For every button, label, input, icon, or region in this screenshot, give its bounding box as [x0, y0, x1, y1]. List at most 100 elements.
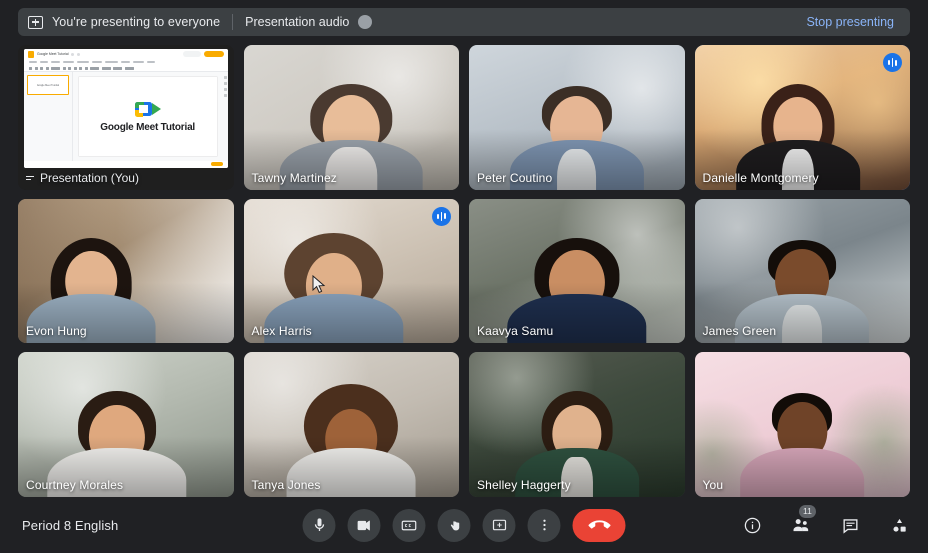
transition-button[interactable] — [124, 66, 134, 70]
microphone-button[interactable] — [302, 508, 336, 542]
theme-button[interactable] — [113, 66, 122, 70]
presentation-label-icon — [26, 174, 36, 182]
select-icon[interactable] — [62, 66, 66, 70]
menu-edit[interactable] — [40, 61, 48, 63]
keep-icon[interactable] — [223, 82, 227, 85]
tile-participant[interactable]: Evon Hung — [18, 198, 234, 344]
tile-participant[interactable]: Peter Coutino — [469, 45, 685, 190]
menu-slide[interactable] — [92, 61, 102, 63]
participant-video — [18, 352, 234, 497]
stop-presenting-button[interactable]: Stop presenting — [800, 11, 900, 33]
menu-arrange[interactable] — [105, 61, 118, 63]
menu-insert[interactable] — [63, 61, 74, 63]
tile-name-text: Presentation (You) — [40, 170, 139, 185]
slide-canvas[interactable]: Google Meet Tutorial — [73, 72, 223, 161]
participant-video — [243, 198, 459, 344]
camera-button[interactable] — [347, 508, 381, 542]
menu-file[interactable] — [29, 61, 37, 63]
slide-content: Google Meet Tutorial — [78, 77, 217, 156]
tile-participant[interactable]: Courtney Morales — [18, 352, 234, 497]
raise-hand-icon — [450, 521, 459, 531]
tile-participant[interactable]: Tawny Martinez — [243, 45, 459, 190]
redo-icon[interactable] — [34, 66, 38, 70]
slide-thumbnail-label: Google Meet Tutorial — [36, 83, 60, 87]
tile-participant[interactable]: Kaavya Samu — [469, 198, 685, 344]
tile-participant[interactable]: James Green — [694, 198, 910, 344]
slides-body: Google Meet Tutorial Google Meet Tutoria… — [24, 72, 228, 161]
menu-view[interactable] — [51, 61, 60, 63]
star-icon — [71, 52, 75, 56]
microphone-icon — [314, 518, 324, 531]
tile-name-text: Alex Harris — [251, 324, 312, 339]
tile-participant[interactable]: Alex Harris — [243, 198, 459, 344]
presenting-banner: You're presenting to everyone Presentati… — [18, 8, 910, 36]
explore-button[interactable] — [210, 162, 223, 166]
activities-icon — [892, 518, 906, 532]
image-icon[interactable] — [73, 66, 77, 70]
shape-icon[interactable] — [79, 66, 82, 70]
activities-button[interactable] — [888, 514, 910, 536]
participant-video — [18, 198, 234, 344]
participant-video — [469, 198, 685, 344]
zoom-select[interactable] — [51, 66, 60, 70]
google-meet-logo-icon — [134, 99, 161, 118]
google-meet-window: You're presenting to everyone Presentati… — [0, 0, 928, 553]
tasks-icon[interactable] — [223, 88, 227, 91]
closed-captions-icon — [401, 520, 417, 530]
slide-thumbnail-1[interactable]: Google Meet Tutorial — [27, 75, 69, 95]
tile-name-text: Shelley Haggerty — [477, 478, 571, 492]
paint-format-icon[interactable] — [45, 66, 49, 70]
tile-name-text: Evon Hung — [26, 324, 87, 339]
textbox-icon[interactable] — [68, 66, 71, 70]
presenting-status-text: You're presenting to everyone — [52, 15, 221, 29]
tile-presentation[interactable]: Google Meet Tutorial Google Meet Tutoria… — [18, 45, 234, 190]
tile-name-text: Danielle Montgomery — [702, 170, 819, 185]
share-button[interactable] — [182, 51, 201, 57]
menu-format[interactable] — [77, 61, 89, 63]
participant-video — [694, 45, 910, 190]
present-now-button[interactable] — [482, 508, 516, 542]
tile-name-text: Tanya Jones — [251, 478, 321, 492]
raise-hand-button[interactable] — [437, 508, 471, 542]
bottom-control-bar: Period 8 English 11 — [0, 497, 928, 553]
more-options-button[interactable] — [527, 508, 561, 542]
menu-addons[interactable] — [133, 61, 144, 63]
mouse-cursor — [312, 275, 326, 294]
present-screen-icon — [492, 519, 506, 531]
meeting-details-button[interactable] — [741, 514, 763, 536]
chat-button[interactable] — [839, 514, 861, 536]
captions-button[interactable] — [392, 508, 426, 542]
present-screen-icon — [28, 15, 43, 29]
tile-self-view[interactable]: You — [694, 352, 910, 497]
tile-name-text: James Green — [702, 324, 777, 339]
shared-slides-window: Google Meet Tutorial Google Meet Tutoria… — [24, 49, 228, 168]
tile-participant[interactable]: Tanya Jones — [243, 352, 459, 497]
slides-document-title: Google Meet Tutorial — [37, 52, 69, 56]
print-icon[interactable] — [40, 66, 43, 70]
menu-tools[interactable] — [121, 61, 130, 63]
people-icon — [793, 519, 809, 532]
tile-participant[interactable]: Shelley Haggerty — [469, 352, 685, 497]
layout-button[interactable] — [101, 66, 111, 70]
slideshow-button[interactable] — [203, 51, 224, 57]
participant-video — [243, 45, 459, 190]
participant-video — [694, 352, 910, 497]
line-icon[interactable] — [84, 66, 88, 70]
tile-participant-active-speaker[interactable]: Danielle Montgomery — [694, 45, 910, 190]
contacts-icon[interactable] — [223, 94, 227, 97]
divider — [232, 14, 234, 30]
background-button[interactable] — [90, 66, 99, 70]
show-everyone-button[interactable]: 11 — [790, 505, 816, 536]
participant-video — [694, 198, 910, 344]
slides-sidebar-rail — [222, 72, 228, 161]
phone-hangup-icon — [588, 520, 610, 529]
undo-icon[interactable] — [29, 66, 32, 70]
speaking-indicator-icon — [432, 206, 451, 226]
menu-help[interactable] — [147, 61, 155, 63]
participant-video — [243, 352, 459, 497]
leave-call-button[interactable] — [572, 508, 626, 542]
slides-filmstrip: Google Meet Tutorial — [24, 72, 73, 161]
presentation-audio-toggle[interactable] — [358, 15, 373, 29]
calendar-icon[interactable] — [223, 76, 227, 79]
slide-title-text: Google Meet Tutorial — [100, 122, 196, 134]
